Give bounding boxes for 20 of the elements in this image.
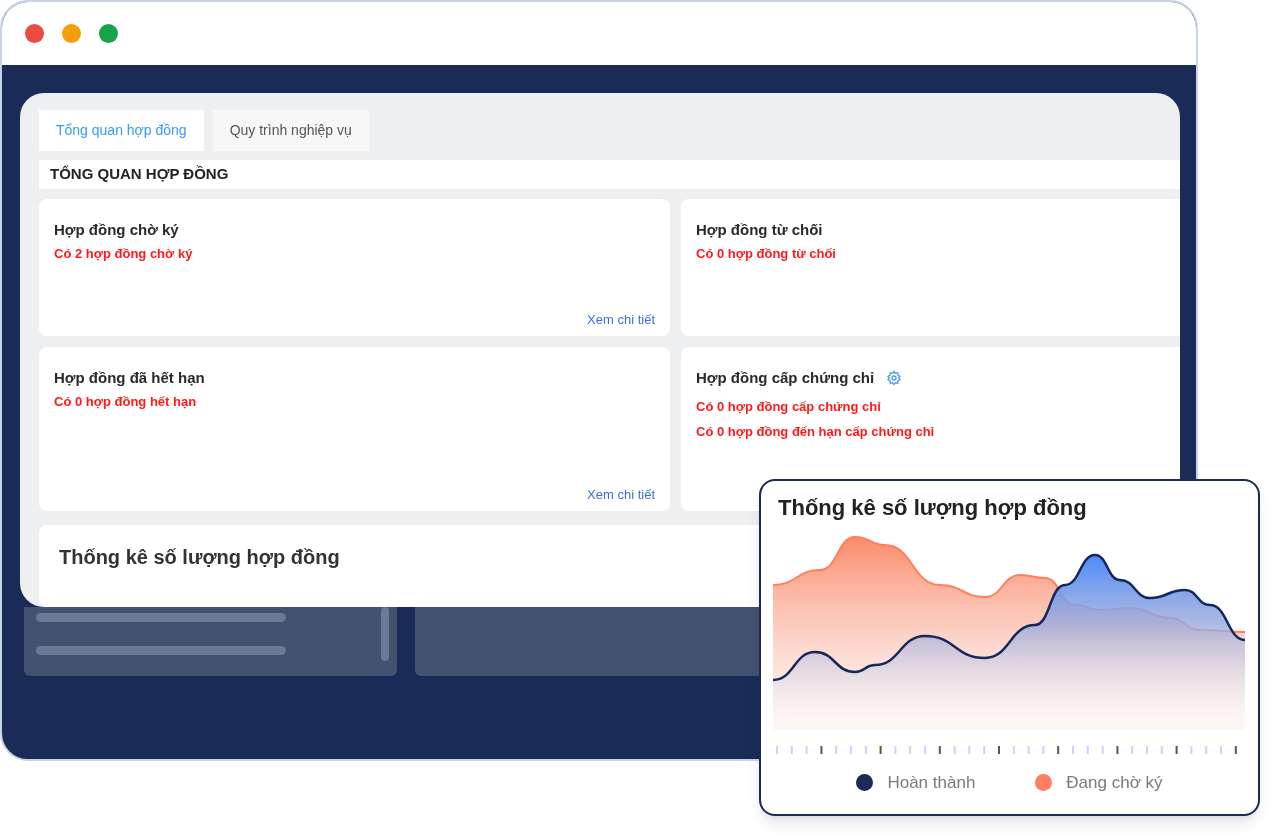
settings-icon[interactable] bbox=[886, 369, 903, 386]
tab[interactable]: Tổng quan hợp đồng bbox=[39, 110, 204, 151]
view-details-link[interactable]: Xem chi tiết bbox=[587, 485, 655, 505]
tab[interactable]: Quy trình nghiệp vụ bbox=[212, 110, 369, 151]
card-status-text: Có 0 hợp đồng cấp chứng chỉ bbox=[696, 398, 882, 417]
legend-label: Đang chờ ký bbox=[1066, 772, 1163, 794]
legend-label: Hoàn thành bbox=[887, 772, 976, 794]
popup-title: Thống kê số lượng hợp đồng bbox=[778, 494, 1088, 522]
section-title: TỔNG QUAN HỢP ĐỒNG bbox=[50, 164, 229, 185]
card-status-text: Có 0 hợp đồng từ chối bbox=[696, 245, 837, 264]
view-details-link[interactable]: Xem chi tiết bbox=[587, 310, 655, 330]
card-title: Hợp đồng chờ ký bbox=[54, 219, 179, 240]
card-status-text: Có 0 hợp đồng hết hạn bbox=[54, 393, 198, 412]
card-status-text: Có 2 hợp đồng chờ ký bbox=[54, 245, 194, 264]
card-title: Hợp đồng cấp chứng chỉ bbox=[696, 367, 875, 388]
card-status-text: Có 0 hợp đồng đến hạn cấp chứng chỉ bbox=[696, 422, 936, 441]
scrollbar bbox=[381, 607, 389, 661]
card-title: Hợp đồng từ chối bbox=[696, 219, 823, 240]
stats-title: Thống kê số lượng hợp đồng bbox=[59, 545, 340, 568]
card-title: Hợp đồng đã hết hạn bbox=[54, 367, 205, 388]
